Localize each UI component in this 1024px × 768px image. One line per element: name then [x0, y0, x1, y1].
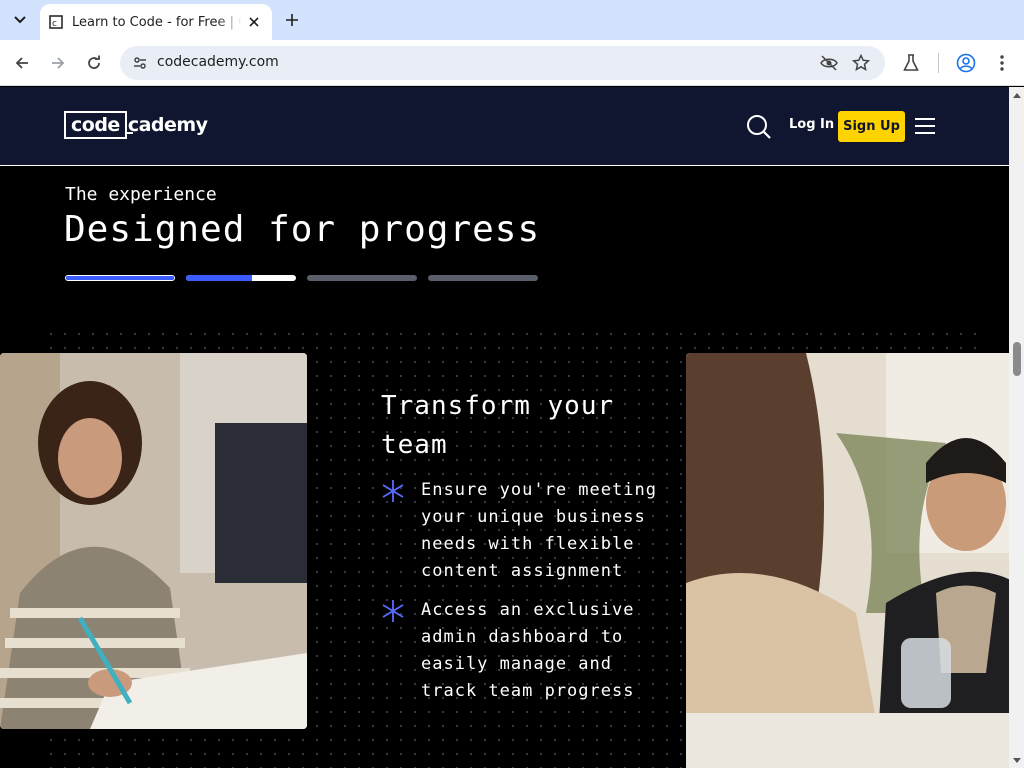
forward-icon[interactable] [45, 50, 71, 76]
site-info-icon[interactable] [130, 53, 150, 73]
progress-fill-1 [66, 276, 174, 280]
photo-woman-writing [0, 353, 307, 729]
section-headline: Designed for progress [64, 209, 541, 250]
scroll-up-arrow-icon[interactable] [1009, 87, 1024, 102]
site-header: code cademy Log In Sign Up [0, 87, 1009, 166]
bookmark-star-icon[interactable] [851, 53, 871, 73]
reload-icon[interactable] [81, 50, 107, 76]
feature-title: Transform your team [381, 391, 615, 460]
codecademy-logo[interactable]: code cademy [64, 111, 208, 139]
labs-flask-icon[interactable] [900, 52, 922, 74]
address-bar[interactable]: codecademy.com [120, 46, 885, 80]
carousel-progress-1[interactable] [65, 275, 175, 281]
hamburger-menu-icon[interactable] [913, 115, 937, 137]
back-icon[interactable] [9, 50, 35, 76]
browser-toolbar: codecademy.com [0, 40, 1024, 86]
section-eyebrow: The experience [65, 184, 217, 205]
toolbar-divider [938, 53, 939, 73]
scroll-down-arrow-icon[interactable] [1009, 753, 1024, 768]
url-text: codecademy.com [157, 54, 279, 70]
logo-code-text: code [64, 111, 127, 139]
more-menu-icon[interactable] [991, 52, 1013, 74]
tab-title: Learn to Code - for Free | Codecademy [72, 14, 242, 30]
eye-off-icon[interactable] [819, 53, 839, 73]
progress-fill-2 [186, 275, 252, 281]
carousel-progress-2[interactable] [186, 275, 296, 281]
search-icon[interactable] [745, 113, 773, 141]
logo-cademy-text: cademy [124, 114, 208, 136]
asterisk-icon [382, 480, 404, 502]
signup-button[interactable]: Sign Up [838, 111, 905, 142]
codecademy-favicon-icon: c [48, 14, 64, 30]
feature-bullet-1: Ensure you're meeting your unique busine… [381, 477, 661, 585]
feature-bullet-1-text: Ensure you're meeting your unique busine… [421, 480, 657, 581]
svg-text:c: c [52, 19, 57, 29]
carousel-progress-4[interactable] [428, 275, 538, 281]
new-tab-icon[interactable] [280, 8, 304, 32]
feature-block: Transform your team Ensure you're meetin… [381, 387, 661, 705]
scrollbar-thumb[interactable] [1013, 342, 1021, 376]
login-link[interactable]: Log In [789, 117, 834, 132]
asterisk-icon [382, 600, 404, 622]
tab-strip: c Learn to Code - for Free | Codecademy [0, 0, 1024, 40]
browser-tab[interactable]: c Learn to Code - for Free | Codecademy [40, 4, 272, 40]
tab-search-icon[interactable] [8, 8, 32, 32]
page-scrollbar[interactable] [1009, 87, 1024, 768]
carousel-progress-3[interactable] [307, 275, 417, 281]
close-tab-icon[interactable] [244, 12, 264, 32]
profile-icon[interactable] [955, 52, 977, 74]
feature-bullet-2: Access an exclusive admin dashboard to e… [381, 597, 661, 705]
page-viewport: code cademy Log In Sign Up The experienc… [0, 87, 1009, 768]
photo-team-meeting [686, 353, 1009, 768]
feature-bullet-2-text: Access an exclusive admin dashboard to e… [421, 600, 635, 701]
